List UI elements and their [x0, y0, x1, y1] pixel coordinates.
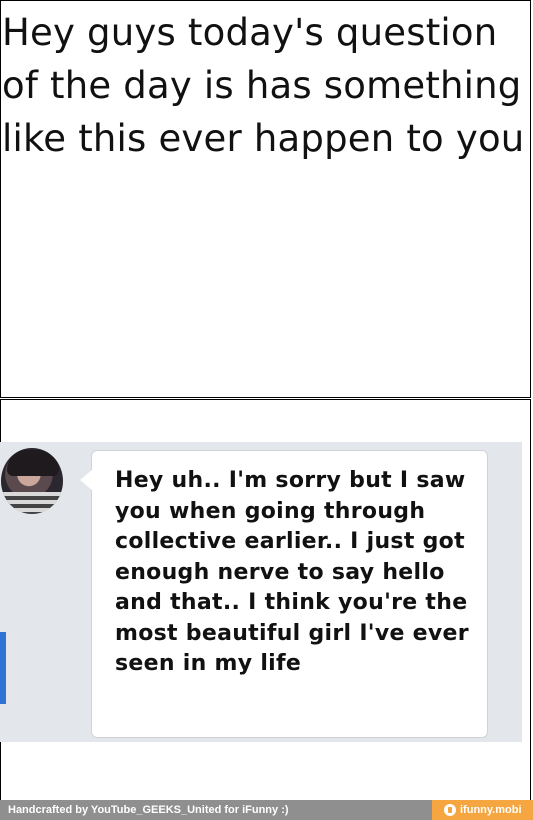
- footer-bar: Handcrafted by YouTube_GEEKS_United for …: [0, 800, 533, 820]
- avatar-shirt: [1, 492, 63, 514]
- message-bubble-tail: [80, 470, 92, 490]
- ifunny-brand-text: ifunny.mobi: [460, 804, 522, 816]
- avatar-hair: [7, 450, 59, 476]
- ifunny-logo-icon: [444, 804, 456, 816]
- ifunny-brand-link[interactable]: ifunny.mobi: [432, 800, 533, 820]
- question-text: Hey guys today's question of the day is …: [2, 11, 525, 160]
- avatar: [1, 448, 63, 514]
- footer-credit: Handcrafted by YouTube_GEEKS_United for …: [8, 804, 289, 816]
- scroll-indicator: [0, 632, 6, 704]
- chat-message-text: Hey uh.. I'm sorry but I saw you when go…: [115, 468, 469, 676]
